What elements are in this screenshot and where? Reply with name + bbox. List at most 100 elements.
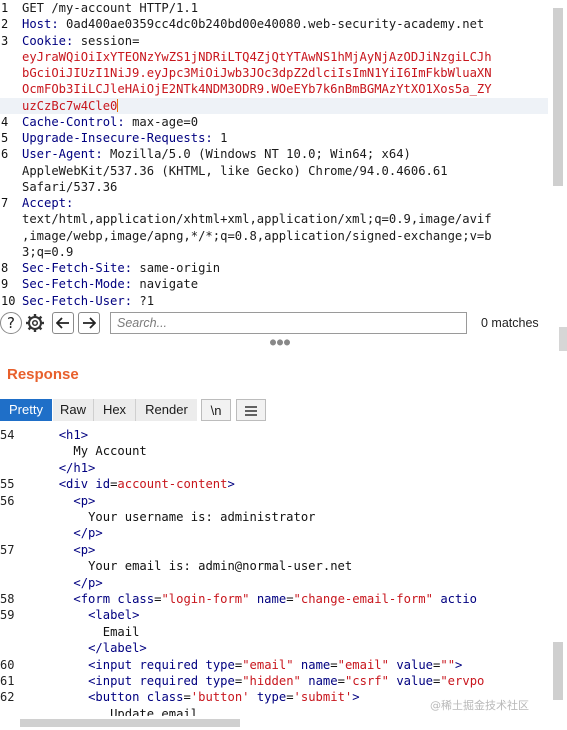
header-value: same-origin [132,261,221,275]
next-match-arrow-icon[interactable] [78,312,100,334]
response-line[interactable]: My Account [0,443,548,459]
html-tag: <input [88,657,140,672]
scrollbar-thumb[interactable] [553,642,563,700]
header-name: Host: [22,17,59,32]
tab-hex[interactable]: Hex [93,399,135,421]
line-text: Safari/537.36 [22,179,117,195]
attribute-value: "" [440,657,456,672]
response-heading: Response [7,366,79,383]
response-line[interactable]: 54 <h1> [0,427,548,443]
tab-raw[interactable]: Raw [53,399,93,421]
scrollbar-thumb[interactable] [559,327,567,351]
line-text: <div id=account-content> [0,476,235,492]
request-line[interactable]: 3 Cookie: session= [0,33,548,49]
search-input[interactable] [110,312,467,334]
cookie-value: OcmFOb3IiLCJleHAiOjE2NTk4NDM3ODR9.WOeEYb… [22,82,492,97]
request-vertical-scrollbar[interactable] [549,0,567,310]
split-pane-divider[interactable]: ●●● [0,327,567,351]
request-line[interactable]: OcmFOb3IiLCJleHAiOjE2NTk4NDM3ODR9.WOeEYb… [0,81,548,97]
cookie-value: eyJraWQiOiIxYTEONzYwZS1jNDRiLTQ4ZjQtYTAw… [22,49,492,64]
header-value: navigate [132,277,199,292]
header-name: Accept: [22,196,74,210]
text-content [0,625,103,639]
html-tag: <input [88,674,140,688]
request-line[interactable]: 2 Host: 0ad400ae0359cc4dc0b240bd00e40080.… [0,16,548,32]
request-line[interactable]: 1 GET /my-account HTTP/1.1 [0,0,548,16]
request-line[interactable]: uzCzBc7w4Cle0 [0,97,548,114]
request-line[interactable]: 8 Sec-Fetch-Site: same-origin [0,260,548,276]
drag-handle-dots-icon[interactable]: ●●● [270,337,291,348]
text-content: Update email [110,706,199,716]
newline-toggle-button[interactable]: \n [201,399,231,421]
request-line[interactable]: 4 Cache-Control: max-age=0 [0,114,548,130]
line-text: Sec-Fetch-User: ?1 [22,293,154,309]
response-line[interactable]: 56 <p> [0,493,548,509]
request-line[interactable]: Safari/537.36 [0,179,548,195]
header-name: User-Agent: [22,147,103,162]
request-line[interactable]: bGciOiJIUzI1NiJ9.eyJpc3MiOiJwb3JOc3dpZ2d… [0,65,548,81]
html-tag: </p> [73,575,103,590]
html-tag: </h1> [58,460,96,475]
request-line[interactable]: AppleWebKit/537.36 (KHTML, like Gecko) C… [0,163,548,179]
response-line[interactable]: 61 <input required type="hidden" name="c… [0,673,548,689]
response-line[interactable]: 55 <div id=account-content> [0,476,548,492]
text-content: Your email is: admin@normal-user.net [88,559,353,574]
attribute-name: class [117,592,155,606]
help-icon[interactable]: ? [0,312,22,334]
response-line[interactable]: 57 <p> [0,542,548,558]
line-text: 3;q=0.9 [22,244,73,260]
line-text: </h1> [0,460,96,476]
line-text: bGciOiJIUzI1NiJ9.eyJpc3MiOiJwb3JOc3dpZ2d… [22,65,492,81]
response-line[interactable]: 60 <input required type="email" name="em… [0,657,548,673]
line-text: <form class="login-form" name="change-em… [0,591,477,607]
line-number: 3 [1,33,9,48]
watermark: @稀土掘金技术社区 [430,697,529,713]
line-number: 2 [1,17,9,32]
tab-render[interactable]: Render [135,399,197,421]
request-line[interactable]: eyJraWQiOiIxYTEONzYwZS1jNDRiLTQ4ZjQtYTAw… [0,49,548,65]
request-line[interactable]: text/html,application/xhtml+xml,applicat… [0,211,548,227]
response-line[interactable]: Your email is: admin@normal-user.net [0,558,548,574]
text-content [0,658,88,672]
hamburger-menu-icon[interactable] [236,399,266,421]
plain-text: 3;q=0.9 [22,244,74,259]
text-content [294,658,301,672]
scrollbar-thumb[interactable] [553,8,563,186]
html-tag: <p> [73,493,96,508]
scrollbar-thumb[interactable] [20,719,240,727]
header-value: session= [73,33,140,48]
response-line[interactable]: 59 <label> [0,607,548,623]
response-line[interactable]: </p> [0,525,548,541]
html-tag: <form [73,592,118,606]
response-line[interactable]: </h1> [0,460,548,476]
settings-gear-icon[interactable] [24,312,46,334]
request-editor[interactable]: 1 GET /my-account HTTP/1.1 2 Host: 0ad400ae… [0,0,567,310]
response-line[interactable]: 58 <form class="login-form" name="change… [0,591,548,607]
request-line[interactable]: 3;q=0.9 [0,244,548,260]
text-cursor [117,98,119,112]
tab-pretty[interactable]: Pretty [0,399,52,421]
line-text: Upgrade-Insecure-Requests: 1 [22,130,227,146]
response-line[interactable]: </label> [0,640,548,656]
request-line[interactable]: 7 Accept: [0,195,548,211]
text-content: = [330,657,338,672]
html-tag: <div [58,477,96,492]
text-content [0,526,73,540]
response-line[interactable]: </p> [0,575,548,591]
plain-text: ,image/webp,image/apng,*/*;q=0.8,applica… [22,228,492,243]
response-horizontal-scrollbar[interactable] [20,716,549,730]
text-content [0,477,59,491]
response-editor[interactable]: 54 <h1> My Account </h1> 55 <div id=accou… [0,426,567,716]
text-content [0,543,73,557]
response-line[interactable]: Your username is: administrator [0,509,548,525]
request-line[interactable]: ,image/webp,image/apng,*/*;q=0.8,applica… [0,228,548,244]
line-text: text/html,application/xhtml+xml,applicat… [22,211,492,227]
response-line[interactable]: Email [0,624,548,640]
request-line[interactable]: 9 Sec-Fetch-Mode: navigate [0,276,548,292]
previous-match-arrow-icon[interactable] [52,312,74,334]
request-line[interactable]: 10 Sec-Fetch-User: ?1 [0,293,548,309]
text-content [0,592,73,606]
request-line[interactable]: 6 User-Agent: Mozilla/5.0 (Windows NT 10.… [0,146,548,162]
request-line[interactable]: 5 Upgrade-Insecure-Requests: 1 [0,130,548,146]
response-vertical-scrollbar[interactable] [549,426,567,716]
